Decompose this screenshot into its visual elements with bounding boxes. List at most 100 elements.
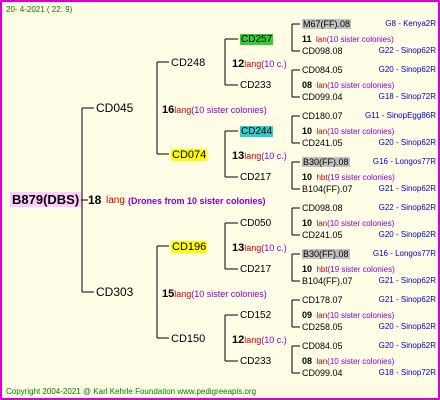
gen1-queen: CD045 xyxy=(96,101,134,115)
gen3-queen: CD217 xyxy=(240,264,272,275)
gen4-cell: G22 - Sinop62R xyxy=(379,45,436,57)
gen3-queen: CD152 xyxy=(240,310,272,321)
gen4-source-top: G16 - Longos77R xyxy=(372,249,436,258)
gen4-sisters: (10 sister colonies) xyxy=(327,219,395,228)
gen4-queen-bottom: CD241.05 xyxy=(302,230,343,240)
gen4-mark: lan xyxy=(316,311,328,320)
gen4-queen-top: CD180.07 xyxy=(302,111,343,121)
date-stamp: 20- 4-2021 ( 22: 9) xyxy=(6,5,73,14)
gen4-source-bottom: G21 - Sinop62R xyxy=(378,184,436,193)
gen2-link-num: 12 xyxy=(232,58,245,70)
gen4-mark: hbt xyxy=(316,265,328,274)
gen1-link: 16lang(10 sister colonies) xyxy=(162,103,267,116)
gen1-link-sisters: (10 sister colonies) xyxy=(191,105,267,115)
gen2-queen-name: CD074 xyxy=(171,149,208,161)
gen4-cell: G20 - Sinop62R xyxy=(379,137,436,149)
gen3-queen: CD233 xyxy=(240,80,272,91)
gen1-link-num: 15 xyxy=(162,288,175,300)
gen3-queen: CD233 xyxy=(240,356,272,367)
gen4-mark: lan xyxy=(316,219,328,228)
gen4-sisters: (10 sister colonies) xyxy=(326,35,394,44)
gen4-source-top: G16 - Longos77R xyxy=(372,157,436,166)
gen4-queen-top: CD098.08 xyxy=(302,203,343,213)
gen4-cell: CD098.08 xyxy=(302,202,343,214)
gen4-source-top: G21 - Sinop62R xyxy=(378,295,436,304)
gen2-queen-name: CD196 xyxy=(171,241,208,253)
gen4-mark: lan xyxy=(315,35,327,44)
gen4-cell: B30(FF).08 xyxy=(302,248,350,260)
gen4-num: 10 xyxy=(302,218,313,228)
gen4-source-bottom: G20 - Sinop62R xyxy=(378,230,436,239)
gen4-source-bottom: G22 - Sinop62R xyxy=(378,46,436,55)
gen1-link-mark: lang xyxy=(174,105,192,115)
gen4-queen-bottom: B104(FF).07 xyxy=(302,276,353,286)
gen4-cell: M67(FF).08 xyxy=(302,18,352,30)
gen4-cell: G21 - Sinop62R xyxy=(379,294,436,306)
gen4-source-bottom: G21 - Sinop62R xyxy=(378,276,436,285)
gen3-queen: CD217 xyxy=(240,172,272,183)
gen4-cell: B104(FF).07 xyxy=(302,183,353,195)
gen4-cell: G16 - Longos77R xyxy=(373,156,436,168)
gen4-cell: 10 lan(10 sister colonies) xyxy=(302,216,394,230)
gen3-queen: CD244 xyxy=(240,126,274,138)
gen4-sisters: (10 sister colonies) xyxy=(327,127,395,136)
gen1-link: 15lang(10 sister colonies) xyxy=(162,287,267,300)
gen4-num: 09 xyxy=(302,310,313,320)
gen4-cell: G16 - Longos77R xyxy=(373,248,436,260)
gen4-queen-bottom: CD099.04 xyxy=(302,368,343,378)
gen4-source-bottom: G18 - Sinop72R xyxy=(378,92,436,101)
gen4-cell: CD084.05 xyxy=(302,340,343,352)
gen4-sisters: (19 sister colonies) xyxy=(327,173,395,182)
gen4-cell: CD241.05 xyxy=(302,137,343,149)
root-queen-name: B879(DBS) xyxy=(10,192,82,207)
gen2-link-mark: lang xyxy=(244,243,262,253)
gen4-source-top: G22 - Sinop62R xyxy=(378,203,436,212)
gen4-cell: G21 - Sinop62R xyxy=(379,183,436,195)
gen4-source-bottom: G20 - Sinop62R xyxy=(378,138,436,147)
gen3-queen-name: CD244 xyxy=(240,126,274,137)
gen4-cell: 08 lan(10 sister colonies) xyxy=(302,354,394,368)
gen2-queen: CD074 xyxy=(171,149,208,161)
gen4-cell: G18 - Sinop72R xyxy=(379,367,436,379)
gen4-cell: G20 - Sinop62R xyxy=(379,64,436,76)
gen2-link-num: 12 xyxy=(232,334,245,346)
gen1-link-mark: lang xyxy=(174,289,192,299)
gen4-num: 08 xyxy=(302,356,313,366)
gen4-cell: B104(FF).07 xyxy=(302,275,353,287)
gen4-source-bottom: G18 - Sinop72R xyxy=(378,368,436,377)
gen4-cell: CD098.08 xyxy=(302,45,343,57)
gen4-cell: G8 - Kenya2R xyxy=(385,18,436,30)
gen4-cell: G20 - Sinop62R xyxy=(379,340,436,352)
gen2-queen: CD196 xyxy=(171,241,208,253)
gen4-cell: 09 lan(10 sister colonies) xyxy=(302,308,394,322)
gen2-link: 12lang(10 c.) xyxy=(232,333,287,346)
gen4-cell: CD099.04 xyxy=(302,367,343,379)
gen4-mark: lan xyxy=(316,81,328,90)
gen3-queen: CD257 xyxy=(240,34,274,46)
gen2-link: 12lang(10 c.) xyxy=(232,57,287,70)
gen4-mark: lan xyxy=(316,357,328,366)
gen1-link-sisters: (10 sister colonies) xyxy=(191,289,267,299)
gen4-source-top: G11 - SinopEgg86R xyxy=(364,111,436,120)
gen3-queen-name: CD257 xyxy=(240,34,274,45)
gen4-sisters: (10 sister colonies) xyxy=(327,81,395,90)
gen4-num: 10 xyxy=(302,264,313,274)
gen4-num: 08 xyxy=(302,80,313,90)
gen4-cell: CD180.07 xyxy=(302,110,343,122)
gen4-queen-top: M67(FF).08 xyxy=(302,19,352,29)
gen4-num: 11 xyxy=(302,34,312,44)
gen4-cell: CD241.05 xyxy=(302,229,343,241)
gen2-queen: CD248 xyxy=(171,57,206,69)
gen4-cell: G11 - SinopEgg86R xyxy=(365,110,436,122)
gen2-link-sisters: (10 c.) xyxy=(261,243,287,253)
gen4-mark: lan xyxy=(316,127,328,136)
gen4-queen-bottom: CD099.04 xyxy=(302,92,343,102)
gen4-sisters: (19 sister colonies) xyxy=(327,265,395,274)
gen4-num: 10 xyxy=(302,126,313,136)
gen4-cell: G20 - Sinop62R xyxy=(379,229,436,241)
gen2-link-num: 13 xyxy=(232,242,245,254)
gen2-link-sisters: (10 c.) xyxy=(261,59,287,69)
gen4-queen-top: CD084.05 xyxy=(302,341,343,351)
gen2-link: 13lang(10 c.) xyxy=(232,149,287,162)
gen2-link-mark: lang xyxy=(244,151,262,161)
